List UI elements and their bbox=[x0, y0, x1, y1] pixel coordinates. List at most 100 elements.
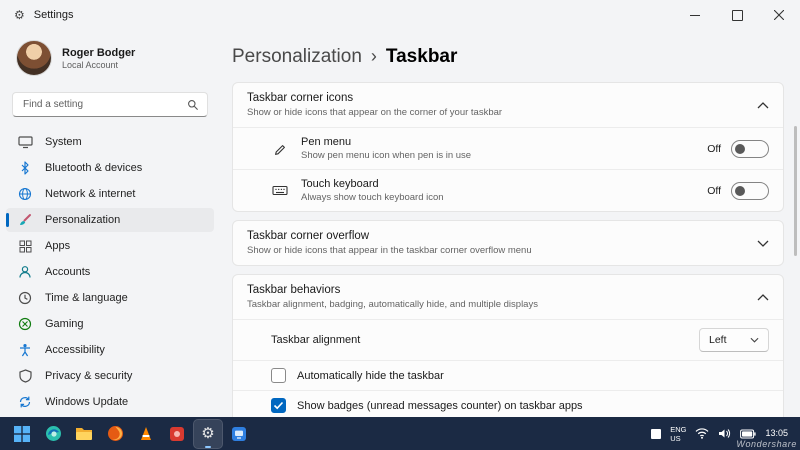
chevron-up-icon bbox=[757, 293, 769, 302]
setting-subtitle: Show pen menu icon when pen is in use bbox=[301, 150, 695, 161]
setting-row-show-badges: Show badges (unread messages counter) on… bbox=[233, 390, 783, 417]
maximize-icon bbox=[732, 10, 743, 21]
page-title: Taskbar bbox=[386, 46, 457, 68]
card-taskbar-corner-overflow: Taskbar corner overflow Show or hide ico… bbox=[232, 220, 784, 266]
window-title: Settings bbox=[34, 9, 74, 21]
taskbar-alignment-dropdown[interactable]: Left bbox=[699, 328, 769, 352]
main-content: Personalization › Taskbar Taskbar corner… bbox=[220, 30, 800, 417]
toggle-knob bbox=[735, 186, 745, 196]
sidebar-item-apps[interactable]: Apps bbox=[6, 234, 214, 258]
card-taskbar-corner-icons: Taskbar corner icons Show or hide icons … bbox=[232, 82, 784, 212]
chevron-up-icon bbox=[757, 101, 769, 110]
minimize-icon bbox=[690, 15, 700, 16]
system-tray: ENG US 13:05 bbox=[651, 425, 792, 443]
minimize-button[interactable] bbox=[674, 0, 716, 30]
display-app-button[interactable] bbox=[225, 420, 253, 448]
card-subtitle: Show or hide icons that appear on the co… bbox=[247, 107, 747, 118]
accounts-icon bbox=[17, 265, 33, 279]
sidebar-item-privacy[interactable]: Privacy & security bbox=[6, 364, 214, 388]
search-input[interactable] bbox=[21, 98, 187, 111]
volume-icon[interactable] bbox=[718, 428, 731, 439]
vlc-cone-icon bbox=[138, 426, 154, 441]
close-button[interactable] bbox=[758, 0, 800, 30]
touch-keyboard-toggle[interactable] bbox=[731, 182, 769, 200]
sidebar-item-label: System bbox=[45, 136, 82, 148]
search-box[interactable] bbox=[12, 92, 208, 117]
breadcrumb-separator: › bbox=[371, 46, 377, 67]
taskbar: ⚙ ENG US 13:05 Wondershare bbox=[0, 417, 800, 450]
card-taskbar-behaviors: Taskbar behaviors Taskbar alignment, bad… bbox=[232, 274, 784, 417]
file-explorer-button[interactable] bbox=[70, 420, 98, 448]
language-indicator[interactable]: ENG US bbox=[670, 425, 686, 443]
sidebar-item-label: Personalization bbox=[45, 214, 120, 226]
edge-app-button[interactable] bbox=[39, 420, 67, 448]
apps-icon bbox=[17, 240, 33, 253]
sidebar-item-label: Accessibility bbox=[45, 344, 105, 356]
card-subtitle: Show or hide icons that appear in the ta… bbox=[247, 245, 747, 256]
chevron-down-icon bbox=[750, 337, 759, 343]
sidebar-item-label: Windows Update bbox=[45, 396, 128, 408]
show-badges-checkbox[interactable] bbox=[271, 398, 286, 413]
sidebar-item-system[interactable]: System bbox=[6, 130, 214, 154]
setting-row-taskbar-alignment: Taskbar alignment Left bbox=[233, 319, 783, 360]
card-header-behaviors[interactable]: Taskbar behaviors Taskbar alignment, bad… bbox=[233, 275, 783, 319]
auto-hide-checkbox[interactable] bbox=[271, 368, 286, 383]
wifi-icon[interactable] bbox=[695, 428, 709, 439]
toggle-state-label: Off bbox=[707, 143, 721, 155]
checkbox-label: Show badges (unread messages counter) on… bbox=[297, 400, 583, 412]
sidebar-item-label: Accounts bbox=[45, 266, 90, 278]
taskbar-clock[interactable]: 13:05 bbox=[765, 428, 788, 439]
red-app-button[interactable] bbox=[163, 420, 191, 448]
sidebar-item-windows-update[interactable]: Windows Update bbox=[6, 390, 214, 414]
card-subtitle: Taskbar alignment, badging, automaticall… bbox=[247, 299, 747, 310]
vlc-button[interactable] bbox=[132, 420, 160, 448]
sidebar-item-personalization[interactable]: Personalization bbox=[6, 208, 214, 232]
close-icon bbox=[774, 10, 784, 20]
toggle-knob bbox=[735, 144, 745, 154]
card-title: Taskbar corner overflow bbox=[247, 230, 747, 242]
user-name: Roger Bodger bbox=[62, 47, 135, 59]
language-line1: ENG bbox=[670, 425, 686, 434]
sidebar-item-accounts[interactable]: Accounts bbox=[6, 260, 214, 284]
chevron-down-icon bbox=[757, 239, 769, 248]
check-icon bbox=[273, 401, 284, 410]
settings-app-icon: ⚙ bbox=[14, 9, 25, 21]
tray-app-icon[interactable] bbox=[651, 429, 661, 439]
setting-title: Touch keyboard bbox=[301, 178, 695, 190]
scrollbar[interactable] bbox=[794, 126, 797, 256]
sidebar-nav: System Bluetooth & devices Network & int… bbox=[0, 129, 220, 415]
settings-taskbar-button[interactable]: ⚙ bbox=[194, 420, 222, 448]
alignment-label: Taskbar alignment bbox=[271, 334, 360, 346]
sidebar-item-network[interactable]: Network & internet bbox=[6, 182, 214, 206]
touch-keyboard-icon bbox=[271, 184, 289, 197]
sidebar-item-label: Network & internet bbox=[45, 188, 135, 200]
setting-row-touch-keyboard: Touch keyboard Always show touch keyboar… bbox=[233, 169, 783, 211]
account-card[interactable]: Roger Bodger Local Account bbox=[0, 34, 220, 84]
dropdown-value: Left bbox=[709, 334, 727, 346]
card-header-corner-overflow[interactable]: Taskbar corner overflow Show or hide ico… bbox=[233, 221, 783, 265]
pen-menu-toggle[interactable] bbox=[731, 140, 769, 158]
sidebar-item-label: Bluetooth & devices bbox=[45, 162, 142, 174]
maximize-button[interactable] bbox=[716, 0, 758, 30]
sidebar-item-gaming[interactable]: Gaming bbox=[6, 312, 214, 336]
breadcrumb: Personalization › Taskbar bbox=[232, 46, 784, 68]
setting-subtitle: Always show touch keyboard icon bbox=[301, 192, 695, 203]
start-icon bbox=[14, 426, 30, 442]
start-button[interactable] bbox=[8, 420, 36, 448]
display-app-icon bbox=[231, 426, 247, 442]
firefox-button[interactable] bbox=[101, 420, 129, 448]
windows-update-icon bbox=[17, 395, 33, 409]
sidebar-item-time-language[interactable]: Time & language bbox=[6, 286, 214, 310]
setting-row-auto-hide: Automatically hide the taskbar bbox=[233, 360, 783, 390]
breadcrumb-personalization[interactable]: Personalization bbox=[232, 46, 362, 68]
gaming-icon bbox=[17, 317, 33, 331]
battery-icon[interactable] bbox=[740, 429, 756, 439]
file-explorer-icon bbox=[75, 426, 93, 441]
accessibility-icon bbox=[17, 343, 33, 357]
toggle-state-label: Off bbox=[707, 185, 721, 197]
sidebar-item-accessibility[interactable]: Accessibility bbox=[6, 338, 214, 362]
sidebar-item-bluetooth[interactable]: Bluetooth & devices bbox=[6, 156, 214, 180]
card-header-corner-icons[interactable]: Taskbar corner icons Show or hide icons … bbox=[233, 83, 783, 127]
checkbox-label: Automatically hide the taskbar bbox=[297, 370, 444, 382]
bluetooth-icon bbox=[17, 161, 33, 175]
